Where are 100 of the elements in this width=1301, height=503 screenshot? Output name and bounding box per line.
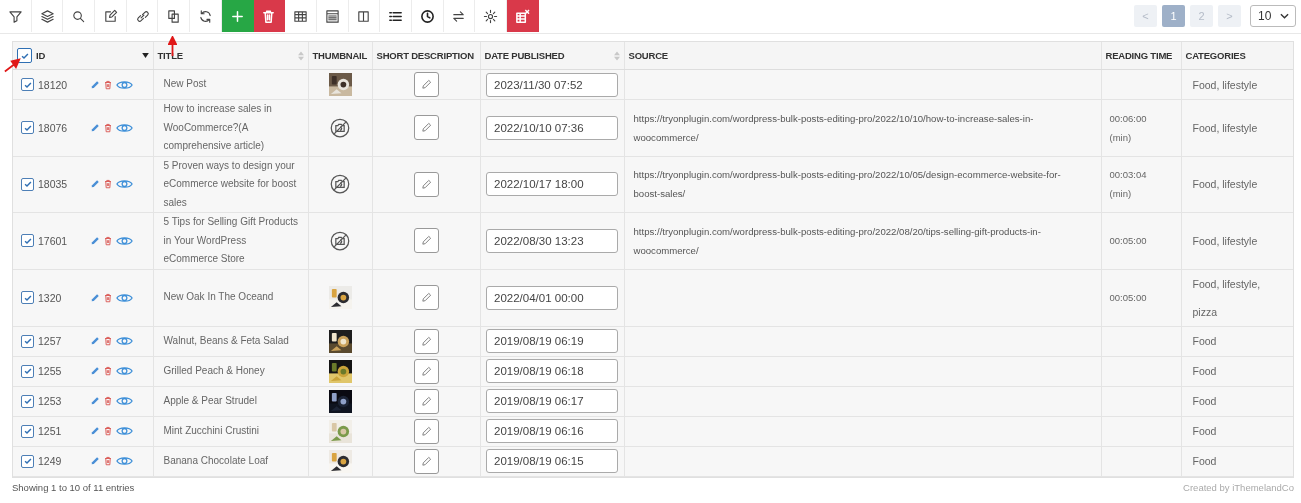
sort-descending-icon[interactable] xyxy=(141,53,149,58)
row-checkbox[interactable] xyxy=(21,334,34,348)
table-remove-button[interactable] xyxy=(507,0,539,32)
row-checkbox[interactable] xyxy=(21,121,34,135)
trash-icon[interactable] xyxy=(103,396,113,406)
clock-icon xyxy=(419,8,435,24)
chevron-down-icon xyxy=(1280,13,1289,19)
check-icon xyxy=(22,426,33,436)
edit-description-button[interactable] xyxy=(413,448,439,474)
date-field[interactable]: 2022/04/01 00:00 xyxy=(486,285,618,310)
pencil-icon[interactable] xyxy=(90,426,100,436)
check-icon xyxy=(22,456,33,466)
edit-description-button[interactable] xyxy=(413,358,439,384)
eye-icon[interactable] xyxy=(116,121,133,134)
select-all-checkbox[interactable] xyxy=(17,48,32,63)
date-field[interactable]: 2019/08/19 06:17 xyxy=(486,389,618,413)
pencil-icon[interactable] xyxy=(90,235,100,246)
eye-icon[interactable] xyxy=(116,291,133,304)
edit-description-button[interactable] xyxy=(413,388,439,414)
row-checkbox[interactable] xyxy=(21,291,34,304)
check-icon xyxy=(22,336,33,346)
credit-text: Created by iThemelandCo xyxy=(1183,481,1294,493)
refresh-icon xyxy=(197,8,213,24)
per-page-select[interactable]: 10 xyxy=(1250,5,1296,27)
post-id: 18120 xyxy=(38,78,69,91)
post-id: 17601 xyxy=(38,234,69,247)
row-checkbox[interactable] xyxy=(21,234,34,248)
pencil-icon xyxy=(420,122,432,134)
date-field[interactable]: 2022/10/10 07:36 xyxy=(486,115,618,140)
date-field[interactable]: 2023/11/30 07:52 xyxy=(486,72,618,97)
row-checkbox[interactable] xyxy=(21,454,34,468)
post-title: Apple & Pear Strudel xyxy=(153,386,308,416)
date-field[interactable]: 2022/10/17 18:00 xyxy=(486,172,618,197)
date-field[interactable]: 2019/08/19 06:15 xyxy=(486,449,618,473)
table-remove-icon xyxy=(514,8,530,24)
check-icon xyxy=(22,366,33,376)
edit-description-button[interactable] xyxy=(413,72,439,97)
eye-icon[interactable] xyxy=(116,425,133,437)
swap-arrows-icon xyxy=(451,8,467,24)
pencil-icon[interactable] xyxy=(90,79,100,90)
post-title: 5 Tips for Selling Gift Products in Your WordPress eCommerce Store xyxy=(153,212,308,269)
trash-icon[interactable] xyxy=(103,292,113,303)
reading-time: 00:06:00 (min) xyxy=(1101,99,1181,156)
trash-button[interactable] xyxy=(253,0,286,32)
source-url: https://tryonplugin.com/wordpress-bulk-posts-editing-pro/2022/10/05/design-ecommerce-website-for-boost-sales/ xyxy=(624,156,1101,213)
edit-description-button[interactable] xyxy=(413,285,439,310)
row-checkbox[interactable] xyxy=(21,394,34,408)
pencil-icon[interactable] xyxy=(90,292,100,303)
date-field[interactable]: 2022/08/30 13:23 xyxy=(486,228,618,253)
pencil-icon[interactable] xyxy=(90,456,100,466)
eye-icon[interactable] xyxy=(116,234,133,247)
settings-icon xyxy=(483,8,499,24)
eye-icon[interactable] xyxy=(116,178,133,191)
date-field[interactable]: 2019/08/19 06:18 xyxy=(486,359,618,383)
post-id: 1320 xyxy=(38,291,63,304)
pencil-icon xyxy=(420,365,432,377)
date-field[interactable]: 2019/08/19 06:16 xyxy=(486,419,618,443)
eye-icon[interactable] xyxy=(116,455,133,467)
column-header: THUMBNAIL xyxy=(312,50,368,61)
eye-icon[interactable] xyxy=(116,78,133,91)
plus-button[interactable] xyxy=(221,0,254,32)
pencil-icon[interactable] xyxy=(90,336,100,346)
annotation-arrow xyxy=(4,58,21,73)
categories: Food xyxy=(1181,356,1293,386)
edit-description-button[interactable] xyxy=(413,328,439,354)
post-id: 1257 xyxy=(38,335,63,347)
column-header: SHORT DESCRIPTION xyxy=(376,50,474,61)
categories: Food, lifestyle, pizza xyxy=(1181,269,1293,326)
trash-icon[interactable] xyxy=(103,456,113,466)
trash-icon[interactable] xyxy=(103,179,113,190)
pencil-icon[interactable] xyxy=(90,179,100,190)
row-checkbox[interactable] xyxy=(21,424,34,438)
trash-icon[interactable] xyxy=(103,122,113,133)
trash-icon[interactable] xyxy=(103,366,113,376)
edit-description-button[interactable] xyxy=(413,228,439,254)
pencil-icon[interactable] xyxy=(90,396,100,406)
link-icon xyxy=(134,8,150,24)
column-header: DATE PUBLISHED xyxy=(484,50,565,61)
eye-icon[interactable] xyxy=(116,395,133,407)
categories: Food xyxy=(1181,326,1293,356)
trash-icon[interactable] xyxy=(103,426,113,436)
trash-icon[interactable] xyxy=(103,336,113,346)
edit-description-button[interactable] xyxy=(413,115,439,141)
reading-time: 00:03:04 (min) xyxy=(1101,156,1181,213)
eye-icon[interactable] xyxy=(116,335,133,347)
categories: Food xyxy=(1181,446,1293,476)
copy-icon xyxy=(166,8,182,24)
date-field[interactable]: 2019/08/19 06:19 xyxy=(486,329,618,353)
row-checkbox[interactable] xyxy=(21,364,34,378)
trash-icon[interactable] xyxy=(103,79,113,90)
edit-description-button[interactable] xyxy=(413,418,439,444)
trash-icon[interactable] xyxy=(103,235,113,246)
pencil-icon[interactable] xyxy=(90,366,100,376)
pencil-icon[interactable] xyxy=(90,122,100,133)
row-checkbox[interactable] xyxy=(21,177,34,191)
edit-description-button[interactable] xyxy=(413,171,439,197)
pencil-icon xyxy=(420,395,432,407)
row-checkbox[interactable] xyxy=(21,78,34,91)
categories: Food xyxy=(1181,416,1293,446)
eye-icon[interactable] xyxy=(116,365,133,377)
